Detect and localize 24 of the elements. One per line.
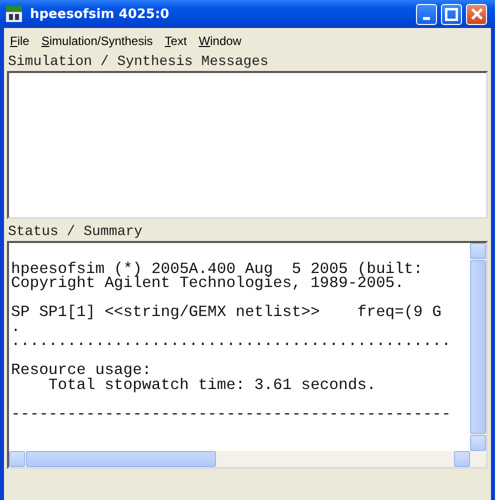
text-line: Copyright Agilent Technologies, 1989-2005. <box>10 276 404 290</box>
text-line: Total stopwatch time: 3.61 seconds. <box>47 378 377 392</box>
text-line: ............................................... <box>10 334 452 348</box>
panel-heading: Simulation / Synthesis Messages <box>7 53 270 71</box>
text-line: . <box>10 320 22 334</box>
maximize-icon <box>445 8 458 20</box>
text-line: ----------------------------------------------- <box>10 406 452 421</box>
app-icon <box>6 6 22 22</box>
text-line: hpeesofsim (*) 2005A.400 Aug 5 2005 (built: <box>10 262 424 276</box>
maximize-button[interactable] <box>441 4 462 24</box>
minimize-icon <box>423 16 430 20</box>
text-line: Resource usage: <box>10 363 152 378</box>
menu-item[interactable]: Simulation/Synthesis <box>35 32 159 48</box>
menu-item[interactable]: Text <box>158 32 193 48</box>
menu-item[interactable]: File <box>4 32 36 48</box>
close-icon <box>470 8 482 20</box>
vertical-scrollbar[interactable] <box>470 243 486 451</box>
text-line: SP SP1[1] <<string/GEMX netlist>> freq=(9 G <box>10 305 442 320</box>
minimize-button[interactable] <box>416 4 437 24</box>
menu-item[interactable]: Window <box>192 32 248 48</box>
panel-heading: Status / Summary <box>7 223 144 241</box>
close-button[interactable] <box>466 4 487 24</box>
horizontal-scrollbar[interactable] <box>9 451 486 467</box>
window-title: hpeesofsim 4025:0 <box>30 6 170 22</box>
